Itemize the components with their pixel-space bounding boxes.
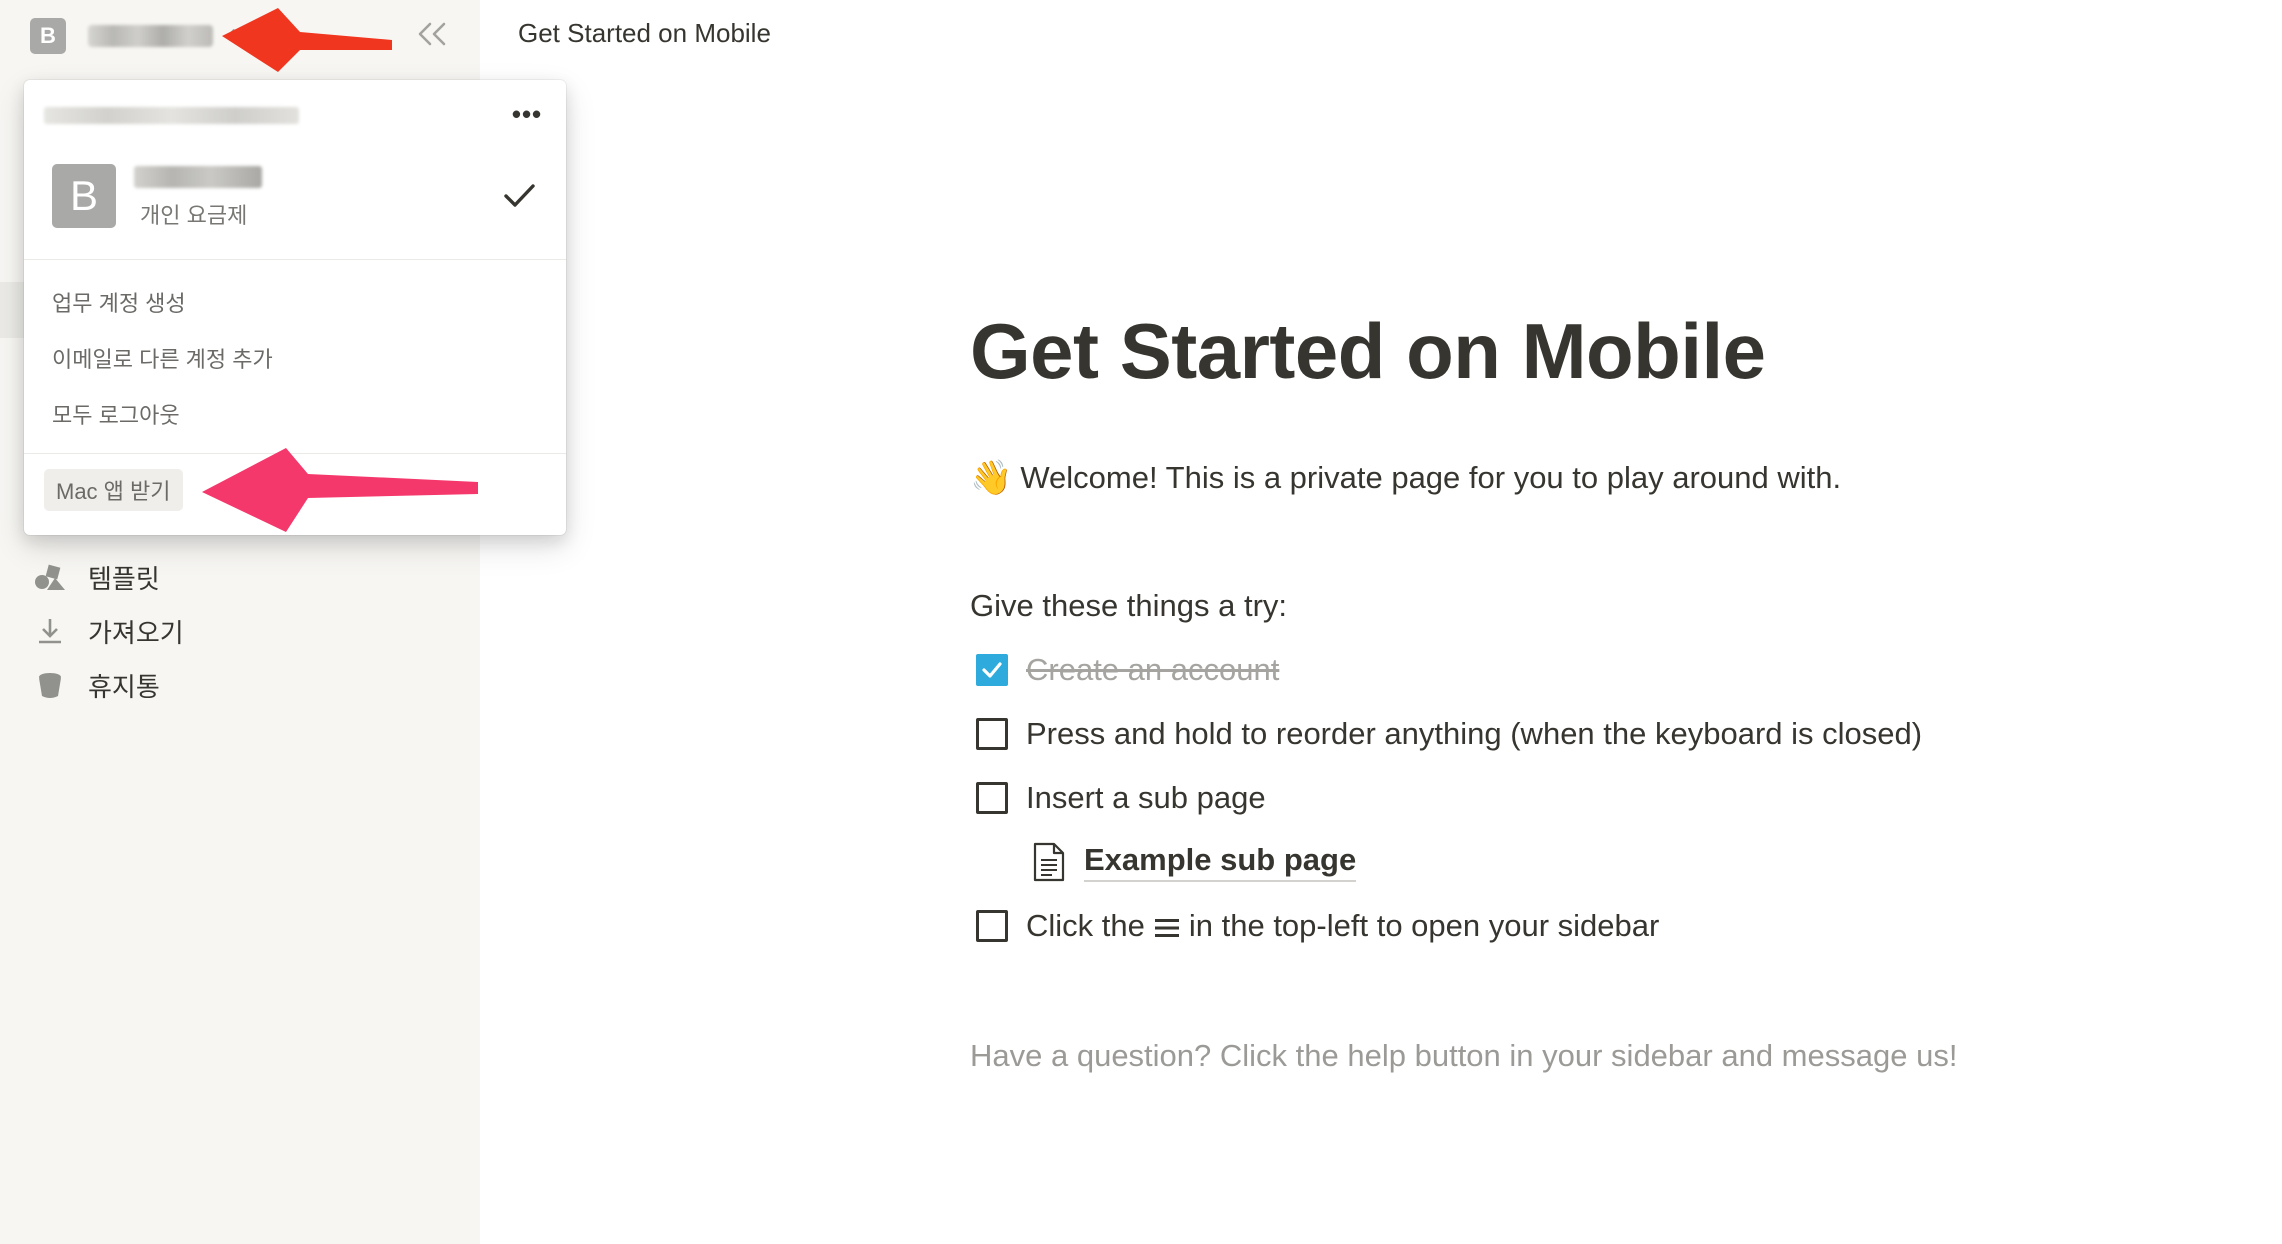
sidebar-item-label: 템플릿 [88,563,160,594]
account-email-redacted [44,107,299,124]
help-text[interactable]: Have a question? Click the help button i… [970,1038,1957,1074]
subpage-link-text: Example sub page [1084,842,1357,882]
account-plan: 개인 요금제 [140,203,248,228]
workspace-switcher[interactable]: B ⌃ [30,18,240,54]
menu-item-add-account-email[interactable]: 이메일로 다른 계정 추가 [52,342,273,374]
sidebar-row-highlight [0,282,24,338]
check-icon [982,662,1002,678]
check-icon [504,184,535,207]
more-dots-icon: ••• [511,98,543,129]
double-chevron-left-icon [418,22,446,46]
trash-icon [30,665,70,705]
sidebar-item-trash[interactable]: 휴지통 [30,658,184,712]
sidebar-item-templates[interactable]: 템플릿 [30,550,184,604]
get-mac-app-button[interactable]: Mac 앱 받기 [44,469,183,511]
welcome-text: Welcome! This is a private page for you … [1020,460,1842,495]
divider [24,453,566,454]
try-heading[interactable]: Give these things a try: [970,588,1287,624]
todo-text: Press and hold to reorder anything (when… [1026,716,1923,751]
todo-text: Create an account [1026,652,1280,687]
account-row[interactable]: B 개인 요금제 [24,148,566,272]
sidebar-item-label: 가져오기 [88,617,184,648]
todo-text-before: Click the [1026,908,1145,943]
sidebar-nav: 템플릿 가져오기 휴지통 [30,550,184,712]
sidebar-item-label: 휴지통 [88,671,160,702]
todo-item[interactable]: Click the in the top-left to open your s… [976,908,1659,944]
chevron-updown-icon: ⌃ [227,28,241,45]
menu-item-create-work-account[interactable]: 업무 계정 생성 [52,286,186,318]
welcome-block[interactable]: 👋 Welcome! This is a private page for yo… [970,458,1841,498]
checkbox[interactable] [976,718,1008,750]
import-icon [30,611,70,651]
todo-text-after: in the top-left to open your sidebar [1188,908,1660,943]
sidebar-item-import[interactable]: 가져오기 [30,604,184,658]
hamburger-menu-icon [1154,919,1179,937]
account-switcher-popup: ••• B 개인 요금제 업무 계정 생성 이메일로 다른 계정 추가 모두 로… [24,80,566,535]
more-options-button[interactable]: ••• [506,94,548,134]
page-title[interactable]: Get Started on Mobile [970,306,1766,397]
menu-item-logout-all[interactable]: 모두 로그아웃 [52,398,180,430]
todo-text: Insert a sub page [1026,780,1266,815]
account-badge: B [52,164,116,228]
subpage-link[interactable]: Example sub page [1032,842,1357,882]
divider [24,259,566,260]
todo-item[interactable]: Insert a sub page [976,780,1266,816]
page-document-icon [1033,842,1065,882]
waving-hand-icon: 👋 [970,459,1013,497]
workspace-badge: B [30,18,66,54]
workspace-name-redacted [88,25,213,47]
checkbox-checked[interactable] [976,654,1008,686]
checkbox[interactable] [976,910,1008,942]
checkbox[interactable] [976,782,1008,814]
templates-icon [30,557,70,597]
todo-item[interactable]: Press and hold to reorder anything (when… [976,716,1922,752]
breadcrumb-page-title[interactable]: Get Started on Mobile [518,18,771,49]
collapse-sidebar-button[interactable] [412,14,452,54]
account-name-redacted [134,166,262,188]
todo-item[interactable]: Create an account [976,652,1279,688]
